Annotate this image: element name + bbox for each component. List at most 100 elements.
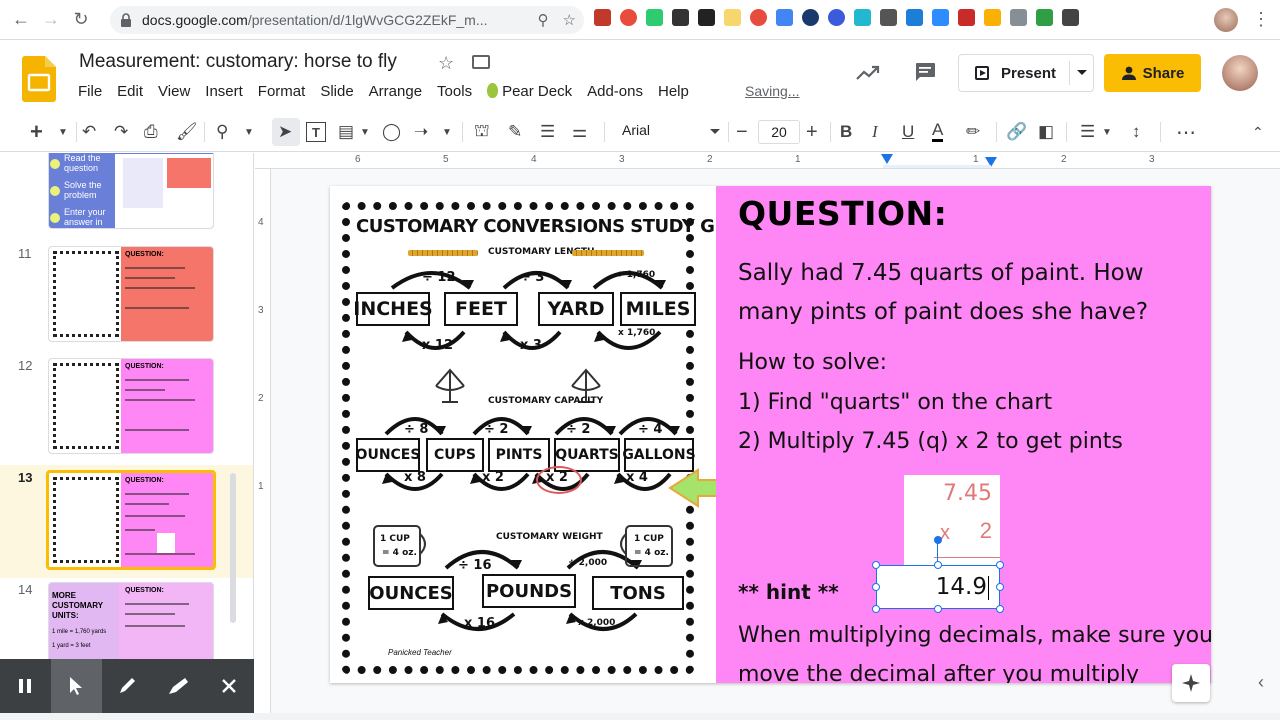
paint-format-icon[interactable]: 🖌 [176, 120, 198, 144]
line-icon[interactable]: ➝ [414, 120, 428, 144]
move-folder-icon[interactable] [472, 55, 490, 69]
zoom-icon[interactable]: ⚲ [216, 120, 228, 144]
slide-thumbnail-12[interactable]: QUESTION: [48, 358, 214, 454]
solve-step-1[interactable]: 1) Find "quarts" on the chart [738, 390, 1052, 415]
image-caret-icon[interactable]: ▼ [360, 120, 370, 144]
underline-icon[interactable]: U [902, 120, 914, 144]
line-caret-icon[interactable]: ▼ [442, 120, 452, 144]
extension-icon[interactable] [776, 9, 793, 26]
menu-add-ons[interactable]: Add-ons [587, 83, 643, 100]
new-slide-caret-icon[interactable]: ▼ [58, 120, 68, 144]
more-options-icon[interactable]: ⋯ [1176, 120, 1196, 144]
address-bar[interactable]: docs.google.com/presentation/d/1lgWvGCG2… [110, 6, 584, 34]
back-icon[interactable]: ← [8, 7, 34, 33]
print-icon[interactable]: ⎙ [144, 120, 158, 144]
present-button[interactable]: Present [958, 54, 1094, 92]
image-icon[interactable]: ▤ [338, 120, 354, 144]
menu-tools[interactable]: Tools [437, 83, 472, 100]
hint-label[interactable]: ** hint ** [738, 580, 839, 604]
multiplication-card[interactable]: 7.45 x 2 [904, 475, 1000, 565]
extension-icon[interactable] [880, 9, 897, 26]
menu-arrange[interactable]: Arrange [369, 83, 422, 100]
decrease-font-icon[interactable]: − [736, 120, 748, 144]
speaker-notes-divider[interactable] [0, 713, 1280, 720]
extension-icon[interactable] [958, 9, 975, 26]
resize-handle[interactable] [934, 605, 942, 613]
close-annotation-button[interactable] [203, 659, 254, 713]
menu-edit[interactable]: Edit [117, 83, 143, 100]
link-icon[interactable]: 🔗 [1006, 120, 1027, 144]
resize-handle[interactable] [872, 561, 880, 569]
insert-comment-icon[interactable]: ◧ [1038, 120, 1054, 144]
increase-font-icon[interactable]: + [806, 120, 818, 144]
slides-logo-icon[interactable] [22, 56, 56, 102]
shape-icon[interactable]: ◯ [382, 120, 401, 144]
current-slide[interactable]: CUSTOMARY CONVERSIONS STUDY GUIDE CUSTOM… [330, 186, 1211, 683]
horizontal-ruler[interactable]: 6 5 4 3 2 1 1 2 3 [255, 153, 1280, 169]
extension-icon[interactable] [802, 9, 819, 26]
solve-step-2[interactable]: 2) Multiply 7.45 (q) x 2 to get pints [738, 429, 1123, 454]
share-button[interactable]: Share [1104, 54, 1201, 92]
browser-profile-avatar[interactable] [1214, 8, 1238, 32]
text-color-icon[interactable]: A [932, 120, 944, 142]
extensions-menu-icon[interactable] [1062, 9, 1079, 26]
menu-insert[interactable]: Insert [205, 83, 243, 100]
vertical-ruler[interactable]: 4 3 2 1 [255, 169, 271, 720]
forward-icon[interactable]: → [38, 7, 64, 33]
pause-button[interactable] [0, 659, 51, 713]
zoom-icon[interactable]: ⚲ [538, 11, 549, 29]
rotate-handle[interactable] [934, 536, 942, 544]
extension-icon[interactable] [1010, 9, 1027, 26]
align-icon[interactable]: ☰ [1080, 120, 1095, 144]
star-icon[interactable]: ☆ [438, 53, 454, 74]
font-size-input[interactable]: 20 [758, 120, 800, 144]
extension-icon[interactable] [906, 9, 923, 26]
resize-handle[interactable] [872, 605, 880, 613]
new-slide-plus-icon[interactable]: + [30, 119, 43, 144]
extension-icon[interactable] [724, 9, 741, 26]
reload-icon[interactable]: ↻ [68, 7, 94, 33]
menu-slide[interactable]: Slide [320, 83, 353, 100]
hint-text[interactable]: When multiplying decimals, make sure you… [738, 616, 1211, 683]
font-caret-icon[interactable] [710, 129, 720, 134]
extension-icon[interactable] [594, 9, 611, 26]
menu-view[interactable]: View [158, 83, 190, 100]
highlight-icon[interactable]: ✏ [966, 120, 980, 144]
filmstrip-scrollbar[interactable] [230, 473, 236, 623]
save-status[interactable]: Saving... [745, 83, 799, 99]
resize-handle[interactable] [934, 561, 942, 569]
document-title[interactable]: Measurement: customary: horse to fly [79, 51, 397, 73]
bookmark-star-icon[interactable]: ☆ [563, 11, 576, 29]
menu-pear-deck[interactable]: Pear Deck [487, 83, 572, 100]
extension-icon[interactable] [854, 9, 871, 26]
extension-icon[interactable] [620, 9, 637, 26]
cursor-arrow-icon[interactable]: ➤ [278, 120, 292, 144]
chevron-down-icon[interactable] [1077, 70, 1087, 75]
question-body[interactable]: Sally had 7.45 quarts of paint. How many… [738, 254, 1198, 332]
extension-icon[interactable] [646, 9, 663, 26]
slide-thumbnail-11[interactable]: QUESTION: [48, 246, 214, 342]
indent-marker-left[interactable] [881, 154, 893, 164]
pen-button[interactable] [102, 659, 153, 713]
conversion-study-guide-image[interactable]: CUSTOMARY CONVERSIONS STUDY GUIDE CUSTOM… [332, 188, 761, 681]
border-dash-icon[interactable]: ⚌ [572, 120, 587, 144]
resize-handle[interactable] [996, 583, 1004, 591]
question-title[interactable]: QUESTION: [738, 194, 947, 233]
menu-help[interactable]: Help [658, 83, 689, 100]
bold-icon[interactable]: B [840, 120, 852, 144]
italic-icon[interactable]: I [872, 120, 878, 144]
activity-trend-icon[interactable] [856, 64, 880, 82]
how-to-solve-heading[interactable]: How to solve: [738, 350, 887, 375]
chevron-left-icon[interactable]: ‹ [1258, 672, 1264, 693]
menu-format[interactable]: Format [258, 83, 306, 100]
pointer-button[interactable] [50, 659, 102, 713]
redo-icon[interactable]: ↷ [114, 120, 128, 144]
resize-handle[interactable] [996, 605, 1004, 613]
highlighter-button[interactable] [152, 659, 203, 713]
menu-file[interactable]: File [78, 83, 102, 100]
zoom-caret-icon[interactable]: ▼ [244, 120, 254, 144]
align-caret-icon[interactable]: ▼ [1102, 120, 1112, 144]
extension-icon[interactable] [672, 9, 689, 26]
extension-icon[interactable] [932, 9, 949, 26]
text-box-icon[interactable]: T [306, 122, 326, 142]
